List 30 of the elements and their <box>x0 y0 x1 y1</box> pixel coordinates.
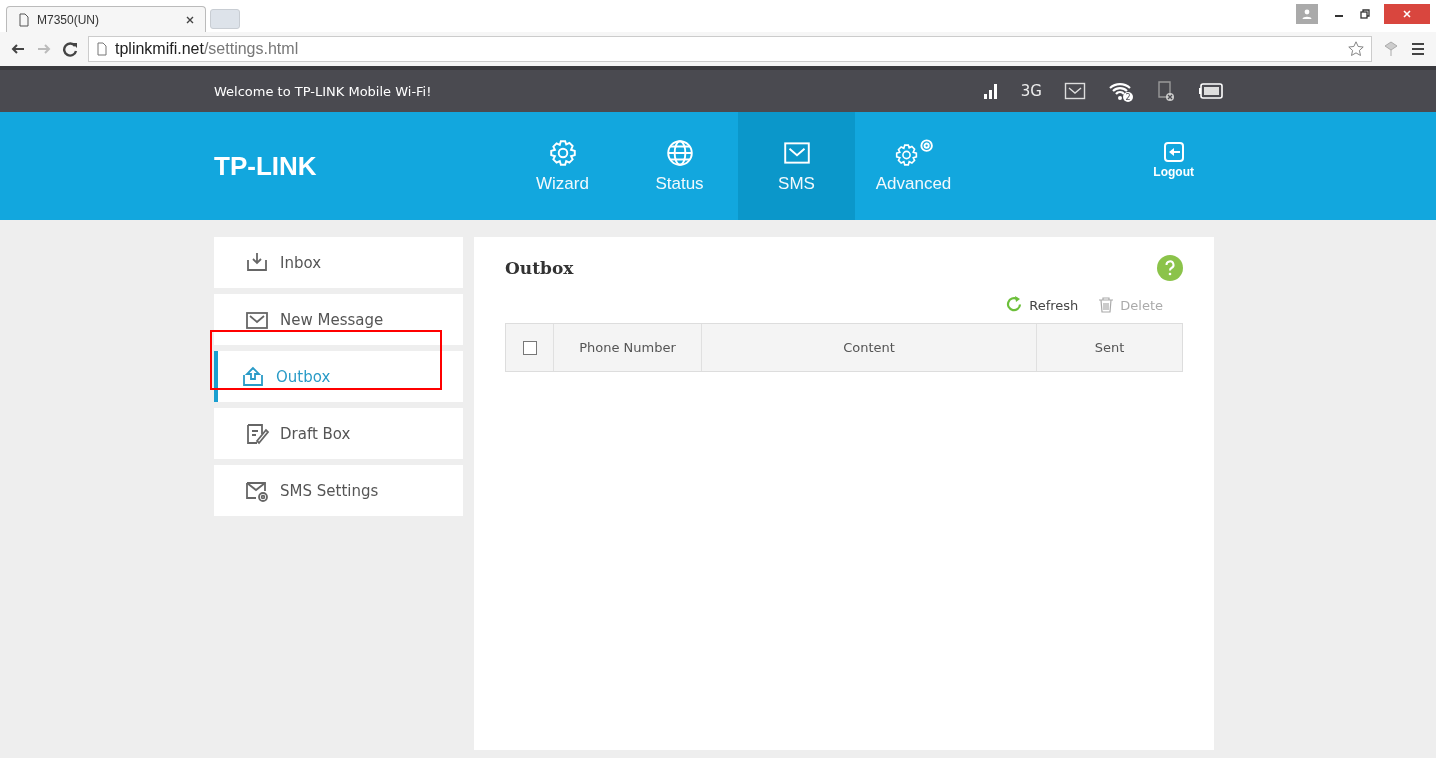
page-icon <box>95 42 109 56</box>
column-header[interactable]: Phone Number <box>554 324 702 371</box>
reload-icon[interactable] <box>62 41 78 57</box>
tab-title: M7350(UN) <box>37 12 100 27</box>
gears-icon <box>893 138 934 168</box>
panel-title: Outbox <box>505 258 574 278</box>
browser-tab[interactable]: M7350(UN) <box>6 6 206 32</box>
star-icon[interactable] <box>1347 40 1365 58</box>
user-icon[interactable] <box>1296 4 1318 24</box>
logout-icon <box>1162 141 1185 163</box>
refresh-button[interactable]: Refresh <box>1005 295 1079 315</box>
select-all-checkbox[interactable] <box>522 340 537 355</box>
sidebar-item[interactable]: Draft Box <box>214 408 463 459</box>
page-icon <box>17 12 31 27</box>
menu-icon[interactable] <box>1410 41 1426 57</box>
address-bar[interactable]: tplinkmifi.net/settings.html <box>88 36 1372 62</box>
column-header[interactable]: Content <box>702 324 1037 371</box>
mail-icon <box>1064 81 1086 101</box>
close-icon[interactable] <box>185 14 195 25</box>
network-type: 3G <box>1020 82 1042 100</box>
globe-icon <box>664 138 695 168</box>
sidebar-item[interactable]: SMS Settings <box>214 465 463 516</box>
sim-card-icon <box>1156 80 1176 102</box>
battery-icon <box>1198 81 1224 101</box>
sidebar-item[interactable]: New Message <box>214 294 463 345</box>
sidebar-item[interactable]: Inbox <box>214 237 463 288</box>
welcome-text: Welcome to TP-LINK Mobile Wi-Fi! <box>214 83 432 99</box>
column-header[interactable]: Sent <box>1037 324 1182 371</box>
logo: TP-LINK <box>214 150 318 182</box>
gear-icon <box>547 138 578 168</box>
